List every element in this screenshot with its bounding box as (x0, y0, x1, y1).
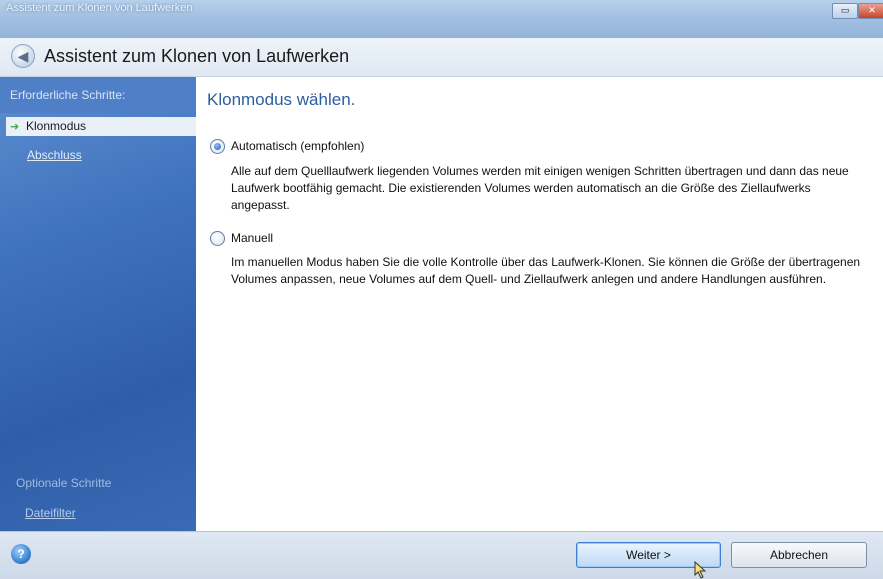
sidebar-item-klonmodus[interactable]: ➜ Klonmodus (6, 117, 196, 136)
cancel-button[interactable]: Abbrechen (731, 542, 867, 568)
current-step-arrow-icon: ➜ (10, 121, 20, 133)
automatic-radio[interactable] (210, 139, 225, 154)
wizard-header: ◀ Assistent zum Klonen von Laufwerken (0, 38, 883, 77)
title-bar: Assistent zum Klonen von Laufwerken ▭ ✕ (0, 0, 883, 39)
back-arrow-icon[interactable]: ◀ (11, 44, 35, 68)
steps-sidebar: Erforderliche Schritte: ➜ Klonmodus Absc… (0, 77, 196, 531)
sidebar-item-label: Klonmodus (26, 119, 87, 133)
wizard-footer: ? Weiter > Abbrechen (0, 531, 883, 579)
help-icon[interactable]: ? (11, 544, 31, 564)
clone-disk-wizard-window: Assistent zum Klonen von Laufwerken ▭ ✕ … (0, 0, 883, 579)
automatic-radio-label[interactable]: Automatisch (empfohlen) (231, 139, 364, 153)
main-content: Klonmodus wählen. Automatisch (empfohlen… (196, 77, 883, 531)
required-steps-heading-bar: Erforderliche Schritte: (0, 77, 196, 113)
close-button[interactable]: ✕ (858, 3, 883, 19)
page-title: Klonmodus wählen. (207, 90, 356, 109)
optional-steps-heading: Optionale Schritte (16, 476, 112, 490)
required-steps-heading: Erforderliche Schritte: (10, 88, 126, 102)
mouse-pointer-icon (694, 561, 707, 579)
sidebar-item-dateifilter[interactable]: Dateifilter (25, 506, 76, 520)
window-title: Assistent zum Klonen von Laufwerken (6, 2, 193, 14)
manual-description: Im manuellen Modus haben Sie die volle K… (231, 255, 861, 286)
manual-radio[interactable] (210, 231, 225, 246)
wizard-title: Assistent zum Klonen von Laufwerken (44, 46, 350, 66)
restore-button[interactable]: ▭ (832, 3, 858, 19)
automatic-description: Alle auf dem Quelllaufwerk liegenden Vol… (231, 164, 849, 212)
manual-radio-label[interactable]: Manuell (231, 231, 273, 245)
sidebar-item-abschluss[interactable]: Abschluss (27, 148, 82, 162)
